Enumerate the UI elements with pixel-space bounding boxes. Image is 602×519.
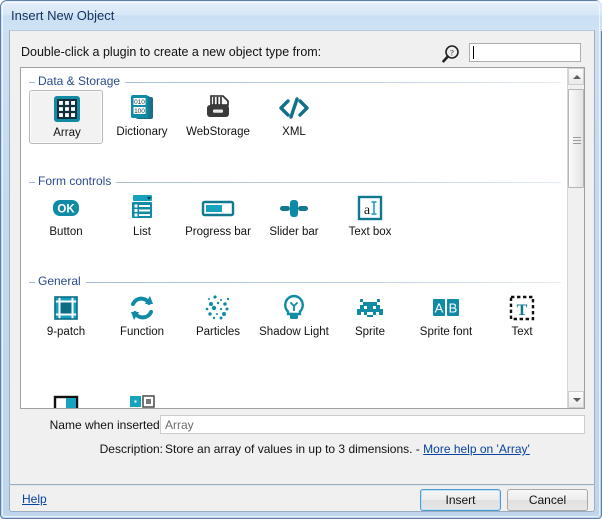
plugin-item-array[interactable]: Array: [29, 90, 103, 144]
plugin-item-xml[interactable]: XML: [257, 90, 331, 144]
description-label: Description:: [99, 442, 163, 456]
plugin-item-label: Text box: [348, 226, 392, 238]
plugin-item-label: Array: [53, 127, 81, 139]
group-rule: [29, 282, 561, 283]
plugin-list-inner: Data & Storage Array 010 100 Dictionary …: [21, 68, 569, 408]
group-title: Data & Storage: [35, 74, 126, 88]
plugin-item-label: List: [133, 226, 151, 238]
help-link[interactable]: Help: [22, 492, 47, 506]
scrollbar-thumb[interactable]: [568, 89, 584, 188]
dialog-body: Double-click a plugin to create a new ob…: [9, 30, 595, 485]
vertical-scrollbar[interactable]: [567, 68, 584, 408]
svg-text:?: ?: [450, 48, 454, 58]
tiled-checker-icon: [29, 393, 103, 408]
grip-line: [573, 140, 581, 141]
plugin-item-label: Sprite: [354, 326, 386, 338]
grip-line: [573, 143, 581, 144]
progress-bar-icon: [181, 193, 255, 227]
dialog-window: Insert New Object Double-click a plugin …: [0, 0, 602, 519]
plugin-item-dictionary[interactable]: 010 100 Dictionary: [105, 90, 179, 144]
xml-code-icon: [257, 93, 331, 127]
plugin-item-label: Shadow Light: [259, 326, 329, 338]
nine-patch-icon: [29, 293, 103, 327]
list-clip-mask: [22, 408, 568, 409]
search-help-icon: ?: [441, 44, 463, 64]
plugin-item-button[interactable]: OK Button: [29, 190, 103, 244]
plugin-item-label: Sprite font: [419, 326, 473, 338]
slider-bar-icon: [257, 193, 331, 227]
plugin-item-progress-bar[interactable]: Progress bar: [181, 190, 255, 244]
svg-text:T: T: [517, 302, 528, 319]
grip-line: [573, 137, 581, 138]
plugin-item-tiled[interactable]: Tiled: [29, 390, 103, 408]
plugin-item-function[interactable]: Function: [105, 290, 179, 344]
group-header: General: [29, 274, 561, 290]
more-help-link[interactable]: More help on 'Array': [423, 442, 530, 456]
insert-button[interactable]: Insert: [420, 489, 501, 511]
name-field-label: Name when inserted:: [49, 418, 163, 432]
window-title: Insert New Object: [11, 8, 115, 23]
svg-text:OK: OK: [57, 204, 75, 216]
group-header: Form controls: [29, 174, 561, 190]
description-sentence: Store an array of values in up to 3 dime…: [165, 442, 420, 456]
description-text: Store an array of values in up to 3 dime…: [165, 442, 530, 456]
title-bar: Insert New Object: [1, 1, 602, 31]
scroll-up-button[interactable]: [568, 68, 584, 85]
plugin-item-label: 9-patch: [46, 326, 86, 338]
lightbulb-icon: [257, 293, 331, 327]
plugin-item-label: Progress bar: [185, 226, 251, 238]
plugin-item-9-patch[interactable]: 9-patch: [29, 290, 103, 344]
particles-icon: [181, 293, 255, 327]
plugin-item-tilemap[interactable]: Tilemap: [105, 390, 179, 408]
search-input[interactable]: [469, 43, 581, 62]
group-title: General: [35, 274, 86, 288]
plugin-item-sprite[interactable]: Sprite: [333, 290, 407, 344]
webstorage-drive-icon: [181, 93, 255, 127]
chevron-up-icon: [573, 75, 581, 79]
text-box-icon: a: [333, 193, 407, 227]
plugin-item-label: Particles: [195, 326, 241, 338]
cancel-button[interactable]: Cancel: [507, 489, 588, 511]
plugin-item-slider-bar[interactable]: Slider bar: [257, 190, 331, 244]
plugin-item-sprite-font[interactable]: A B Sprite font: [409, 290, 483, 344]
sprite-font-ab-icon: A B: [409, 293, 483, 327]
plugin-item-particles[interactable]: Particles: [181, 290, 255, 344]
dictionary-book-icon: 010 100: [105, 93, 179, 127]
plugin-item-label: Dictionary: [116, 126, 168, 138]
plugin-item-label: WebStorage: [186, 126, 250, 138]
svg-text:100: 100: [134, 108, 145, 115]
name-when-inserted-input[interactable]: [160, 415, 585, 434]
plugin-item-label: Button: [49, 226, 83, 238]
plugin-item-label: XML: [282, 126, 306, 138]
plugin-item-text-box[interactable]: a Text box: [333, 190, 407, 244]
array-grid-icon: [30, 94, 104, 128]
plugin-item-label: Text: [511, 326, 533, 338]
group-header: Data & Storage: [29, 74, 561, 90]
group-title: Form controls: [35, 174, 117, 188]
dialog-footer: Help Insert Cancel: [9, 485, 595, 512]
plugin-item-list[interactable]: List: [105, 190, 179, 244]
ok-button-icon: OK: [29, 193, 103, 227]
plugin-item-text[interactable]: T Text: [485, 290, 559, 344]
svg-text:B: B: [449, 301, 458, 316]
chevron-down-icon: [573, 398, 581, 402]
tilemap-icon: [105, 393, 179, 408]
sprite-invader-icon: [333, 293, 407, 327]
plugin-list-panel[interactable]: Data & Storage Array 010 100 Dictionary …: [20, 67, 585, 409]
prompt-label: Double-click a plugin to create a new ob…: [21, 45, 322, 59]
function-arrows-icon: [105, 293, 179, 327]
search-caret: [473, 46, 474, 59]
list-dropdown-icon: [105, 193, 179, 227]
plugin-item-label: Slider bar: [269, 226, 319, 238]
plugin-item-shadow-light[interactable]: Shadow Light: [257, 290, 331, 344]
svg-text:A: A: [435, 301, 444, 316]
plugin-item-label: Function: [119, 326, 165, 338]
plugin-item-webstorage[interactable]: WebStorage: [181, 90, 255, 144]
scroll-down-button[interactable]: [568, 391, 584, 408]
svg-text:a: a: [364, 203, 371, 218]
text-t-icon: T: [485, 293, 559, 327]
svg-text:010: 010: [134, 99, 145, 106]
